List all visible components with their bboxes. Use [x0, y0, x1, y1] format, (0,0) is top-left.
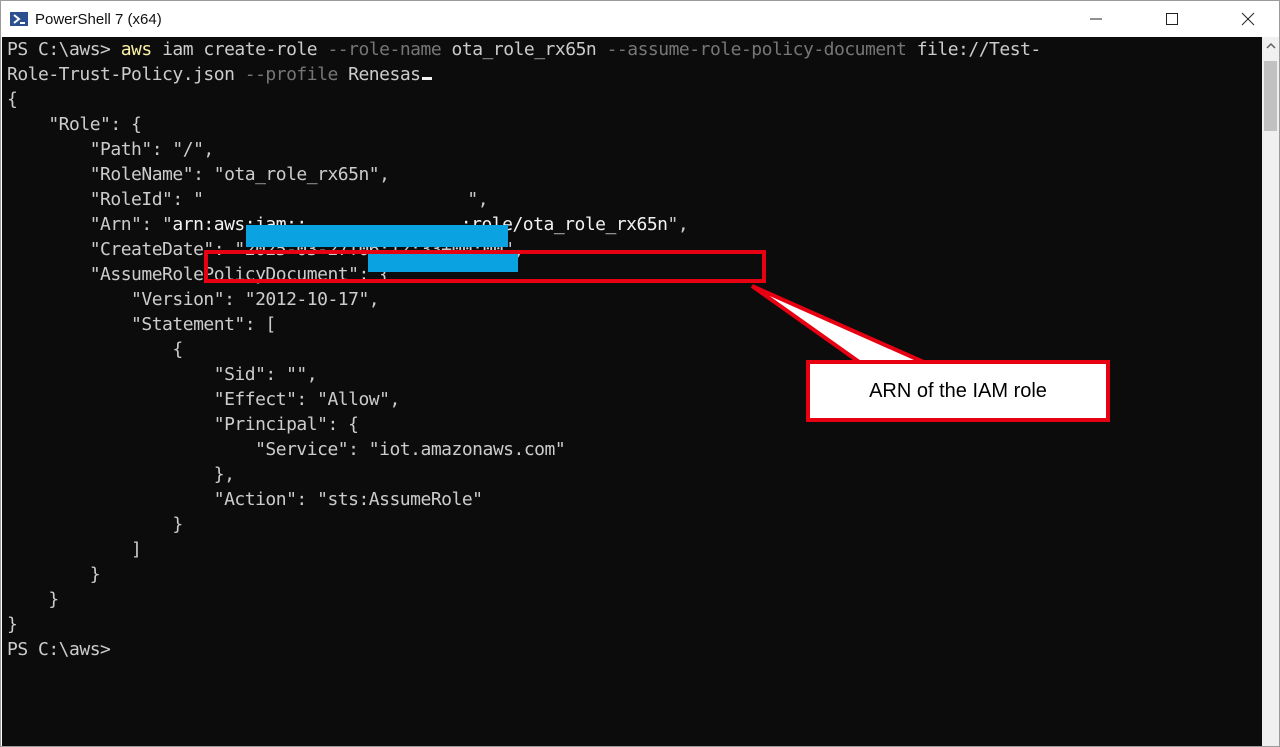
- callout-label: ARN of the IAM role: [806, 360, 1110, 422]
